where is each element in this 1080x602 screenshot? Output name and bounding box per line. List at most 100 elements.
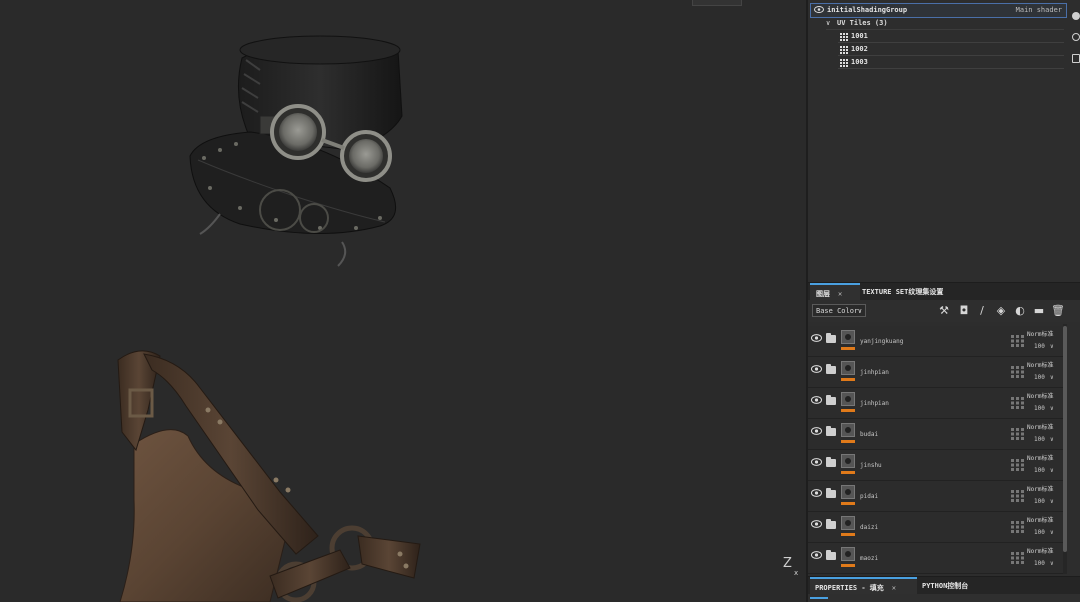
blend-mode[interactable]: Norm标准: [1027, 484, 1053, 493]
history-icon[interactable]: [1072, 33, 1080, 41]
folder-icon[interactable]: ▬: [1033, 305, 1045, 317]
layer-name[interactable]: pidai: [860, 493, 878, 500]
layer-name[interactable]: yanjingkuang: [860, 338, 903, 345]
blend-mode[interactable]: Norm标准: [1027, 515, 1053, 524]
chevron-down-icon[interactable]: ∨: [826, 19, 830, 27]
leather-harness-model: [117, 350, 421, 602]
chevron-down-icon[interactable]: ∨: [1050, 498, 1054, 505]
chevron-down-icon[interactable]: ∨: [1050, 467, 1054, 474]
eye-icon[interactable]: [811, 365, 822, 373]
layer-name[interactable]: jinshu: [860, 462, 882, 469]
opacity-value[interactable]: 100: [1034, 343, 1045, 350]
chevron-down-icon[interactable]: ∨: [1050, 374, 1054, 381]
blend-mode[interactable]: Norm标准: [1027, 453, 1053, 462]
layer-color-bar: [841, 440, 855, 443]
opacity-value[interactable]: 100: [1034, 529, 1045, 536]
layer-row[interactable]: daizi Norm标准 100 ∨: [808, 512, 1066, 543]
layer-thumbnail[interactable]: [841, 330, 855, 344]
shading-group-row[interactable]: initialShadingGroup Main shader: [810, 3, 1067, 18]
layers-toolbar: Base Color ∨ ⚒ ◘ / ◈ ◐ ▬ 🗑: [808, 300, 1080, 322]
layer-thumbnail[interactable]: [841, 485, 855, 499]
folder-icon: [826, 333, 836, 343]
grid-icon: [840, 33, 848, 41]
chevron-down-icon[interactable]: ∨: [1050, 560, 1054, 567]
layer-row[interactable]: jinshu Norm标准 100 ∨: [808, 450, 1066, 481]
close-icon[interactable]: ✕: [892, 584, 896, 592]
eye-icon[interactable]: [811, 489, 822, 497]
axis-x-label: x: [794, 569, 799, 577]
tab-layers-label: 图层: [816, 290, 830, 298]
eye-icon[interactable]: [811, 520, 822, 528]
opacity-value[interactable]: 100: [1034, 436, 1045, 443]
blend-mode[interactable]: Norm标准: [1027, 329, 1053, 338]
channel-select[interactable]: Base Color ∨: [812, 304, 866, 317]
eye-icon[interactable]: [811, 551, 822, 559]
layer-thumbnail[interactable]: [841, 361, 855, 375]
opacity-value[interactable]: 100: [1034, 560, 1045, 567]
grid-icon: [840, 59, 848, 67]
chevron-down-icon[interactable]: ∨: [1050, 405, 1054, 412]
chevron-down-icon[interactable]: ∨: [1050, 529, 1054, 536]
uv-tiles-row[interactable]: ∨ UV Tiles (3): [826, 18, 1064, 30]
opacity-value[interactable]: 100: [1034, 467, 1045, 474]
folder-icon: [826, 488, 836, 498]
uv-tile-row[interactable]: 1002: [838, 44, 1064, 56]
add-effect-icon[interactable]: ⚒: [938, 305, 950, 317]
eye-icon[interactable]: [811, 334, 822, 342]
layer-name[interactable]: budai: [860, 431, 878, 438]
paint-layer-icon[interactable]: /: [976, 305, 988, 317]
layer-row[interactable]: yanjingkuang Norm标准 100 ∨: [808, 326, 1066, 357]
layer-name[interactable]: daizi: [860, 524, 878, 531]
blend-mode[interactable]: Norm标准: [1027, 360, 1053, 369]
layer-row[interactable]: jinhpian Norm标准 100 ∨: [808, 357, 1066, 388]
fill-layer-icon[interactable]: ◈: [995, 305, 1007, 317]
color-icon[interactable]: [1072, 12, 1080, 20]
opacity-value[interactable]: 100: [1034, 374, 1045, 381]
uv-tile-row[interactable]: 1001: [838, 31, 1064, 43]
layer-row[interactable]: maozi Norm标准 100 ∨: [808, 543, 1066, 574]
layer-name[interactable]: jinhpian: [860, 400, 889, 407]
grid-icon: [840, 46, 848, 54]
tab-properties[interactable]: PROPERTIES - 填充 ✕: [810, 577, 917, 595]
add-mask-icon[interactable]: ◘: [958, 305, 970, 317]
layer-thumbnail[interactable]: [841, 392, 855, 406]
uv-tile-row[interactable]: 1003: [838, 57, 1064, 69]
layer-thumbnail[interactable]: [841, 516, 855, 530]
layer-thumbnail[interactable]: [841, 454, 855, 468]
eye-icon[interactable]: [811, 396, 822, 404]
layer-row[interactable]: pidai Norm标准 100 ∨: [808, 481, 1066, 512]
viewport-tab[interactable]: [692, 0, 742, 6]
layer-row[interactable]: budai Norm标准 100 ∨: [808, 419, 1066, 450]
blend-mode[interactable]: Norm标准: [1027, 391, 1053, 400]
blend-mode[interactable]: Norm标准: [1027, 546, 1053, 555]
chevron-down-icon[interactable]: ∨: [1050, 436, 1054, 443]
chevron-down-icon[interactable]: ∨: [1050, 343, 1054, 350]
trash-icon[interactable]: 🗑: [1051, 305, 1065, 317]
document-icon[interactable]: [1072, 54, 1080, 63]
bottom-tabbar: PROPERTIES - 填充 ✕ PYTHON控制台: [808, 576, 1080, 595]
shader-type[interactable]: Main shader: [1016, 6, 1062, 14]
3d-viewport[interactable]: Z x: [0, 0, 806, 602]
folder-icon: [826, 519, 836, 529]
eye-icon[interactable]: [814, 6, 824, 13]
blend-mode[interactable]: Norm标准: [1027, 422, 1053, 431]
tab-python-console[interactable]: PYTHON控制台: [922, 577, 968, 595]
mask-grid-icon: [1011, 490, 1024, 502]
mask-grid-icon: [1011, 335, 1024, 347]
opacity-value[interactable]: 100: [1034, 405, 1045, 412]
eye-icon[interactable]: [811, 458, 822, 466]
opacity-value[interactable]: 100: [1034, 498, 1045, 505]
tab-texture-set-settings[interactable]: TEXTURE SET纹理集设置: [862, 283, 943, 301]
layer-thumbnail[interactable]: [841, 423, 855, 437]
layer-row[interactable]: jinhpian Norm标准 100 ∨: [808, 388, 1066, 419]
tab-layers[interactable]: 图层 ✕: [810, 283, 860, 301]
layer-name[interactable]: jinhpian: [860, 369, 889, 376]
layer-color-bar: [841, 347, 855, 350]
smart-material-icon[interactable]: ◐: [1014, 305, 1026, 317]
layer-name[interactable]: maozi: [860, 555, 878, 562]
layers-scrollbar-thumb[interactable]: [1063, 326, 1067, 552]
close-icon[interactable]: ✕: [838, 290, 842, 298]
layer-thumbnail[interactable]: [841, 547, 855, 561]
eye-icon[interactable]: [811, 427, 822, 435]
channel-select-value: Base Color: [816, 307, 859, 315]
